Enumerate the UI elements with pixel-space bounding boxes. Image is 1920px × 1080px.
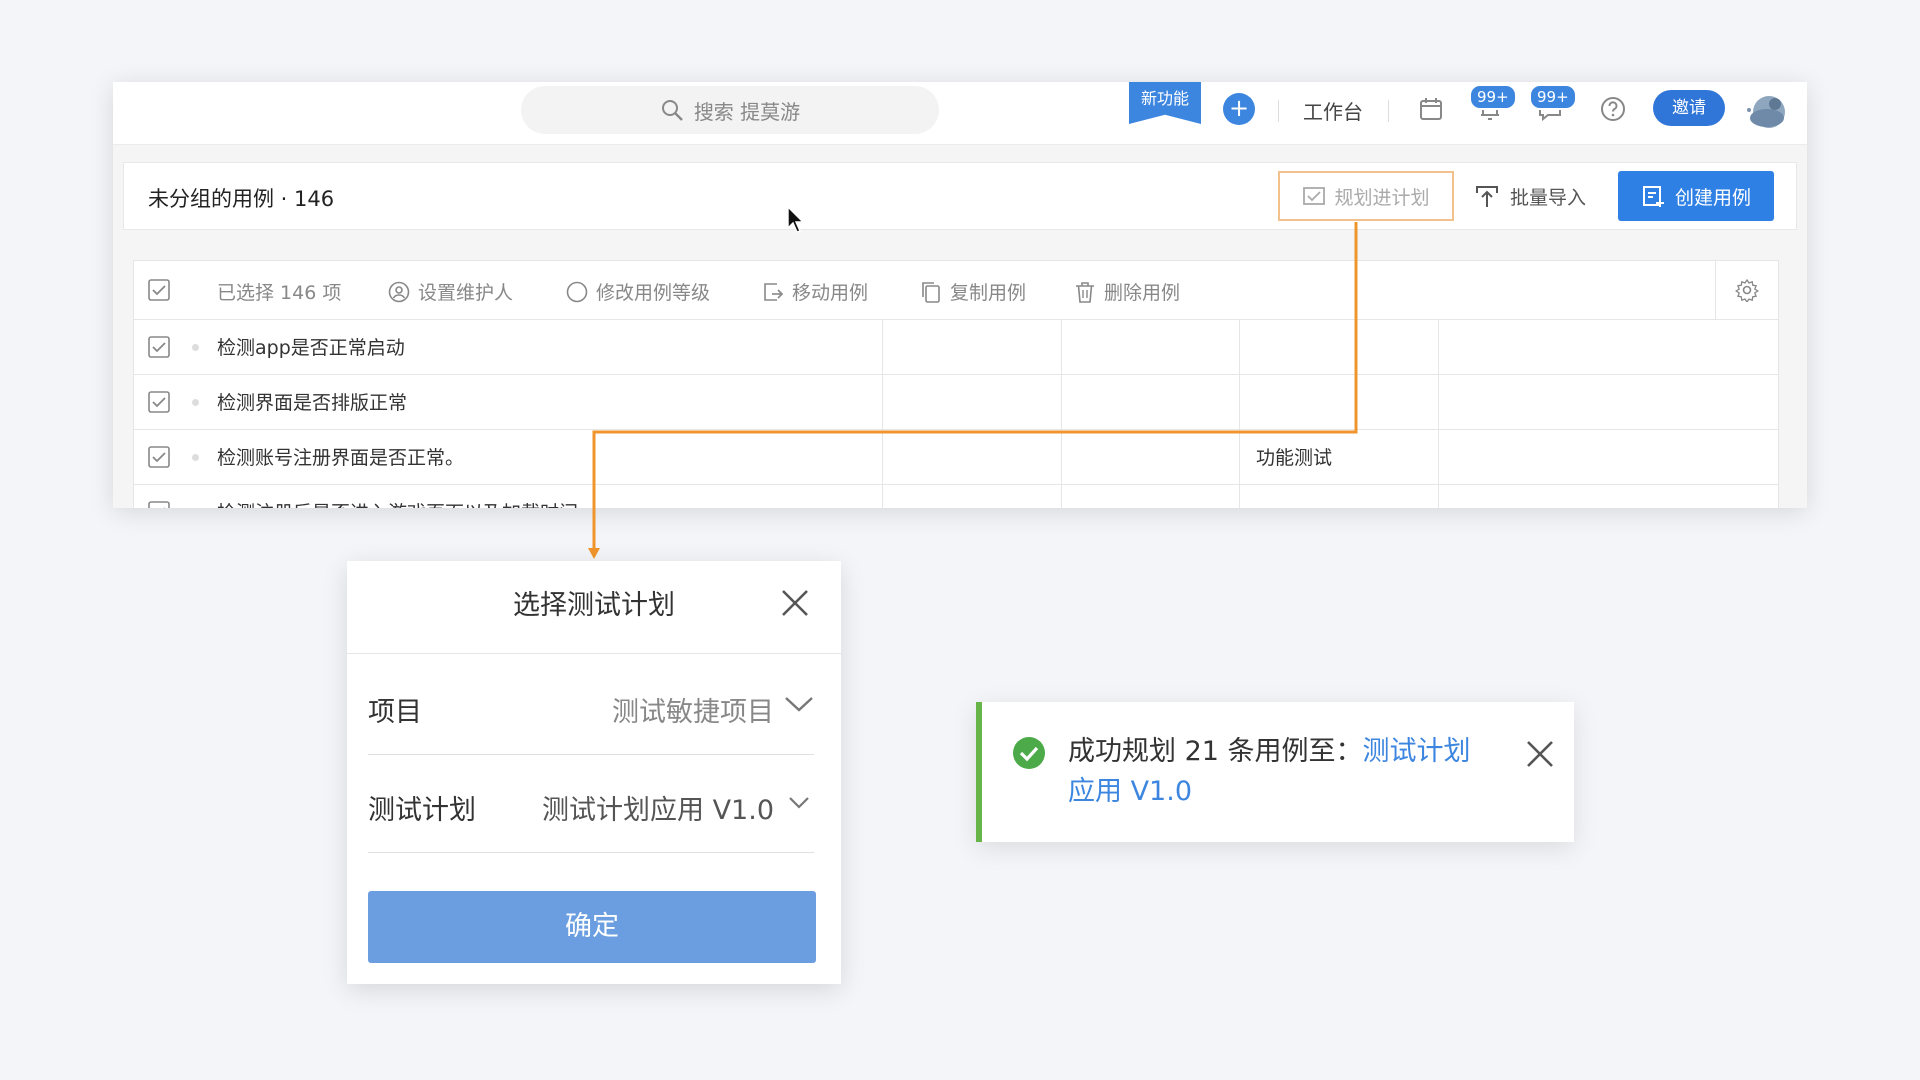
flow-connector — [588, 222, 1358, 559]
close-icon[interactable] — [775, 583, 815, 623]
success-toast: 成功规划 21 条用例至：测试计划应用 V1.0 — [976, 702, 1574, 842]
toast-message: 成功规划 21 条用例至：测试计划应用 V1.0 — [1068, 732, 1488, 812]
test-plan-select[interactable]: 测试计划 测试计划应用 V1.0 — [368, 754, 814, 853]
dialog-title: 选择测试计划 — [513, 590, 675, 621]
project-select[interactable]: 项目 测试敏捷项目 — [368, 656, 814, 755]
close-icon[interactable] — [1522, 736, 1558, 772]
test-plan-label: 测试计划 — [368, 795, 476, 826]
test-plan-value: 测试计划应用 V1.0 — [542, 795, 774, 826]
project-label: 项目 — [368, 697, 422, 728]
chevron-down-icon — [785, 697, 813, 712]
check-circle-icon — [1013, 737, 1045, 769]
chevron-down-icon — [789, 797, 809, 809]
confirm-button[interactable]: 确定 — [368, 891, 816, 963]
select-test-plan-dialog: 选择测试计划 项目 测试敏捷项目 测试计划 测试计划应用 V1.0 确定 — [347, 561, 841, 984]
toast-message-text: 成功规划 21 条用例至： — [1068, 736, 1363, 767]
dialog-header: 选择测试计划 — [347, 561, 841, 654]
project-value: 测试敏捷项目 — [612, 697, 774, 728]
